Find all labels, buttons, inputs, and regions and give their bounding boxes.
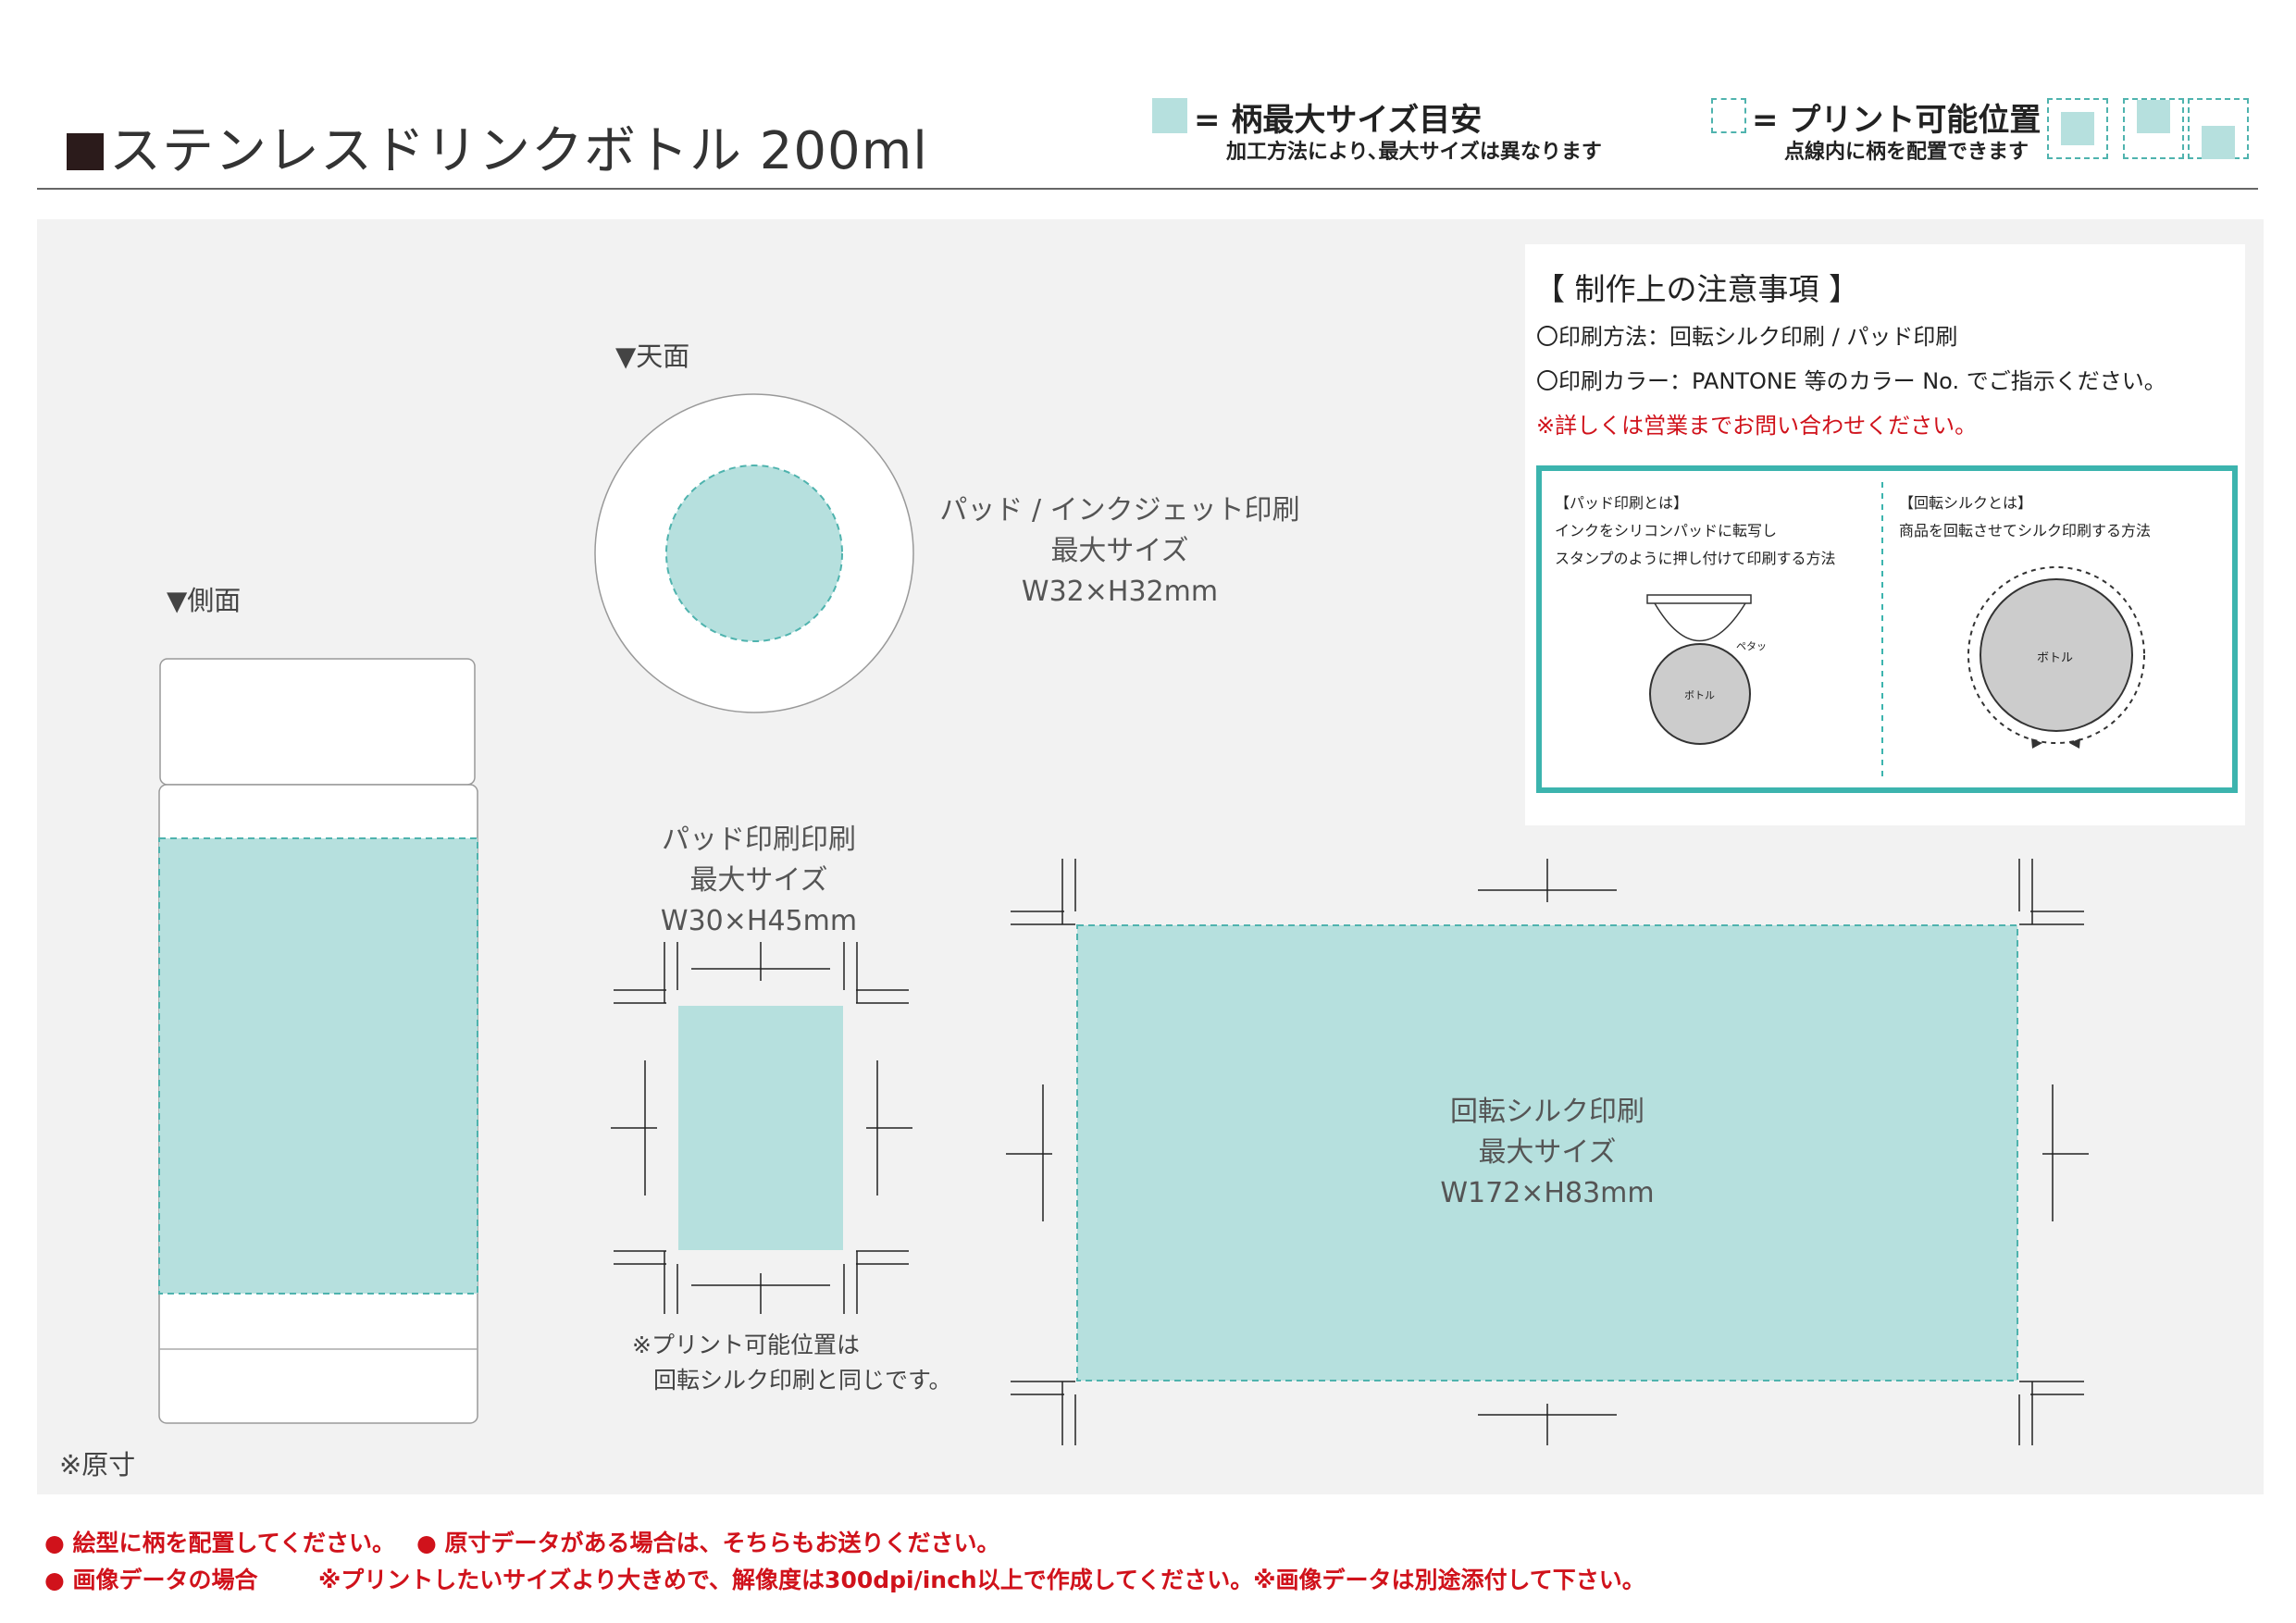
footer-note-2b: ※プリントしたいサイズより大きめで、解像度は300dpi/inch以上で作成して… — [318, 1567, 1645, 1593]
pad-print-area — [678, 1006, 843, 1250]
notes-print-method: 〇印刷方法：回転シルク印刷 / パッド印刷 — [1536, 324, 1958, 350]
print-method-diagram — [1536, 465, 2238, 793]
footer-note-1b: ● 原寸データがある場合は、そちらもお送りください。 — [416, 1530, 1000, 1556]
rotary-silk-caption: 回転シルク印刷 最大サイズ W172×H83mm — [1440, 1096, 1655, 1209]
side-view-bottle — [158, 658, 478, 1424]
footer-note-1a: ● 絵型に柄を配置してください。 — [44, 1530, 396, 1556]
pad-print-title: 【パッド印刷とは】 — [1555, 494, 1689, 512]
pad-sound-label: ペタッ — [1736, 640, 1767, 652]
pad-print-desc-1: インクをシリコンパッドに転写し — [1555, 522, 1778, 539]
silk-print-desc: 商品を回転させてシルク印刷する方法 — [1899, 522, 2152, 539]
notes-inquiry: ※詳しくは営業までお問い合わせください。 — [1536, 413, 1978, 439]
pad-bottle-label: ボトル — [1684, 689, 1715, 701]
top-print-area — [665, 465, 843, 642]
pad-print-area-group — [611, 942, 912, 1314]
pad-print-desc-2: スタンプのように押し付けて印刷する方法 — [1555, 550, 1836, 567]
notes-heading: 【 制作上の注意事項 】 — [1534, 271, 1859, 307]
top-view-lid — [594, 393, 914, 713]
notes-print-color: 〇印刷カラー：PANTONE 等のカラー No. でご指示ください。 — [1536, 368, 2166, 394]
side-print-area — [158, 837, 478, 1295]
silk-bottle-label: ボトル — [2037, 651, 2074, 665]
footer-note-2a: ● 画像データの場合 — [44, 1567, 258, 1593]
silk-print-title: 【回転シルクとは】 — [1899, 494, 2033, 512]
